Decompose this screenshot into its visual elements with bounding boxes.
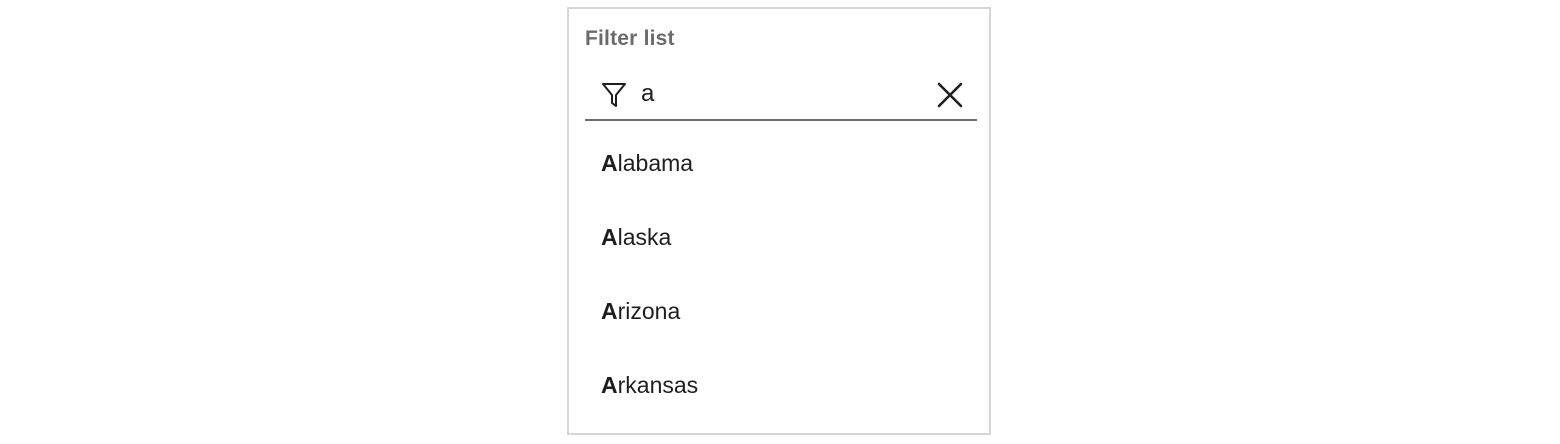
filter-search-field bbox=[585, 69, 977, 121]
item-text: laska bbox=[617, 223, 672, 250]
close-icon bbox=[935, 82, 965, 113]
list-item[interactable]: Alabama bbox=[569, 126, 989, 200]
clear-filter-button[interactable] bbox=[935, 80, 965, 110]
item-text: rizona bbox=[617, 297, 681, 324]
matched-text: A bbox=[601, 371, 618, 398]
list-item[interactable]: Alaska bbox=[569, 200, 989, 274]
item-text: labama bbox=[617, 149, 694, 176]
list-item[interactable]: Arizona bbox=[569, 274, 989, 348]
list-item[interactable]: Arkansas bbox=[569, 348, 989, 422]
filtered-results-list: Alabama Alaska Arizona Arkansas bbox=[569, 126, 989, 422]
matched-text: A bbox=[601, 297, 618, 324]
item-text: rkansas bbox=[617, 371, 699, 398]
filter-input[interactable] bbox=[641, 75, 921, 113]
filter-list-label: Filter list bbox=[585, 27, 675, 50]
matched-text: A bbox=[601, 149, 618, 176]
filter-list-panel: Filter list Alabama Alaska Arizona Arka bbox=[567, 7, 991, 435]
matched-text: A bbox=[601, 223, 618, 250]
funnel-icon bbox=[601, 81, 627, 109]
